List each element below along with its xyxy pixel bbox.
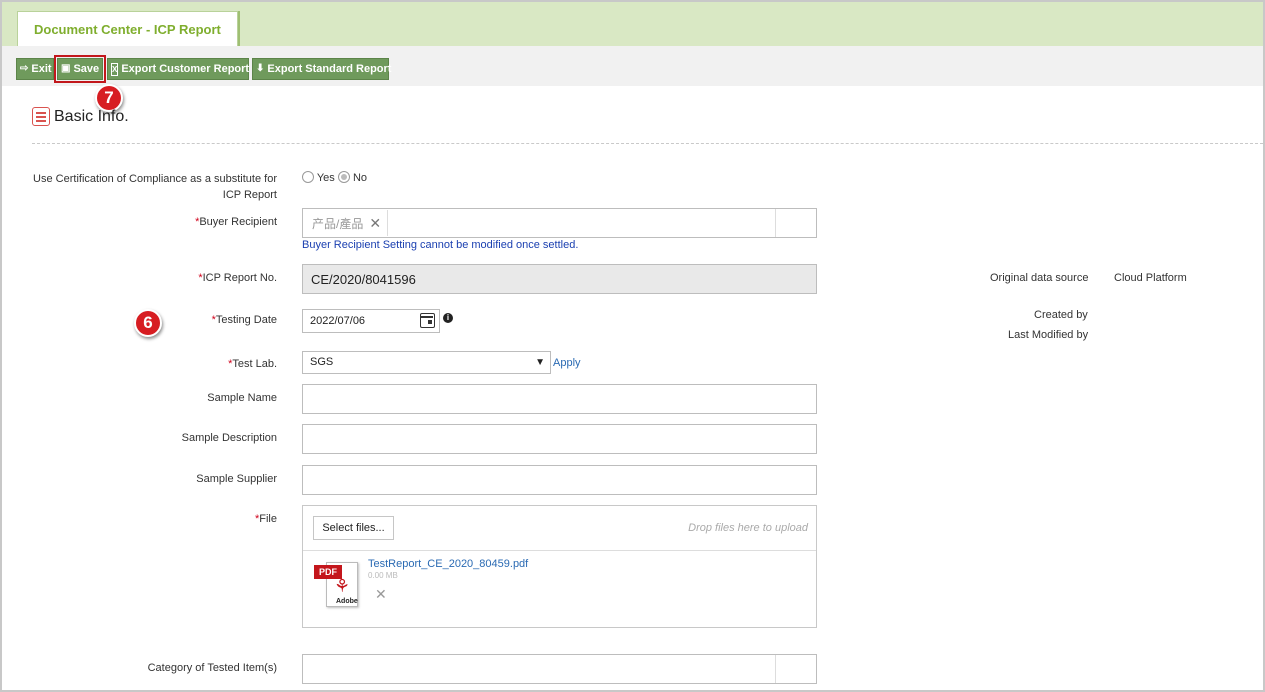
coc-yes-label: Yes bbox=[316, 172, 335, 184]
sample-supplier-label: Sample Supplier bbox=[196, 473, 277, 485]
buyer-recipient-tag-text: 产品/產品 bbox=[312, 216, 364, 231]
section-divider bbox=[32, 143, 1263, 144]
sample-description-input[interactable] bbox=[302, 424, 817, 454]
uploaded-file-size: 0.00 MB bbox=[368, 571, 398, 580]
excel-icon: X bbox=[111, 62, 119, 76]
file-label: *File bbox=[22, 511, 277, 527]
coc-yes-radio[interactable] bbox=[302, 171, 314, 183]
section-title: Basic Info. bbox=[54, 107, 129, 125]
select-files-button[interactable]: Select files... bbox=[313, 516, 394, 540]
tab-title: Document Center - ICP Report bbox=[34, 22, 221, 37]
icp-report-no-field: CE/2020/8041596 bbox=[302, 264, 817, 294]
icp-report-no-label-text: ICP Report No. bbox=[202, 272, 277, 284]
floppy-icon: ▣ bbox=[61, 63, 71, 74]
testing-date-label-text: Testing Date bbox=[215, 314, 277, 326]
testing-date-input[interactable]: 2022/07/06 bbox=[302, 309, 440, 333]
tab-icp-report[interactable]: Document Center - ICP Report bbox=[17, 11, 238, 46]
exit-label: Exit bbox=[31, 63, 52, 75]
save-button[interactable]: ▣ Save bbox=[54, 55, 106, 83]
coc-no-radio[interactable] bbox=[337, 171, 350, 183]
original-source-value: Cloud Platform bbox=[1114, 272, 1187, 284]
test-lab-label-text: Test Lab. bbox=[232, 358, 277, 370]
original-source-label: Original data source bbox=[990, 272, 1089, 284]
section-header: Basic Info. bbox=[32, 107, 129, 126]
buyer-recipient-label: *Buyer Recipient bbox=[22, 214, 277, 230]
chevron-down-icon: ▼ bbox=[535, 357, 545, 368]
uploaded-file-name[interactable]: TestReport_CE_2020_80459.pdf bbox=[368, 558, 528, 570]
tab-bar: Document Center - ICP Report bbox=[2, 2, 1263, 46]
upload-header: Select files... Drop files here to uploa… bbox=[303, 506, 816, 551]
file-label-text: File bbox=[259, 513, 277, 525]
export-standard-label: Export Standard Report bbox=[267, 63, 392, 75]
export-customer-label: Export Customer Report bbox=[121, 63, 250, 75]
info-icon[interactable]: i bbox=[443, 313, 453, 323]
app-frame: Document Center - ICP Report ⇨ Exit ▣ Sa… bbox=[0, 0, 1265, 692]
apply-link[interactable]: Apply bbox=[553, 357, 581, 369]
tag-remove-icon[interactable]: ✕ bbox=[369, 215, 381, 232]
toolbar: ⇨ Exit ▣ Save X Export Customer Report ⬇… bbox=[2, 46, 1263, 86]
calendar-icon[interactable] bbox=[420, 313, 435, 328]
coc-label: Use Certification of Compliance as a sub… bbox=[22, 171, 277, 203]
pdf-brand: Adobe bbox=[336, 598, 358, 605]
export-standard-report-button[interactable]: ⬇ Export Standard Report bbox=[252, 58, 392, 80]
buyer-recipient-dropdown-toggle[interactable] bbox=[775, 209, 816, 237]
save-label: Save bbox=[73, 63, 100, 75]
buyer-recipient-tag: 产品/產品 ✕ bbox=[304, 210, 388, 236]
sample-description-label: Sample Description bbox=[181, 432, 277, 444]
file-upload-area[interactable]: Select files... Drop files here to uploa… bbox=[302, 505, 817, 628]
sample-name-label: Sample Name bbox=[207, 392, 277, 404]
coc-no-label: No bbox=[352, 172, 367, 184]
sample-name-input[interactable] bbox=[302, 384, 817, 414]
test-lab-select[interactable]: SGS ▼ bbox=[302, 351, 551, 374]
drop-hint: Drop files here to upload bbox=[688, 522, 808, 534]
category-multiselect[interactable] bbox=[302, 654, 817, 684]
last-modified-by-label: Last Modified by bbox=[1008, 329, 1089, 341]
test-lab-label: *Test Lab. bbox=[22, 356, 277, 372]
coc-radio-group: Yes No bbox=[302, 171, 367, 184]
buyer-recipient-hint: Buyer Recipient Setting cannot be modifi… bbox=[302, 239, 579, 251]
sample-supplier-input[interactable] bbox=[302, 465, 817, 495]
coc-label-line2: ICP Report bbox=[222, 189, 277, 201]
testing-date-label: *Testing Date bbox=[22, 312, 277, 328]
exit-button[interactable]: ⇨ Exit bbox=[16, 58, 54, 80]
category-label: Category of Tested Item(s) bbox=[147, 662, 277, 674]
remove-file-icon[interactable]: ✕ bbox=[375, 586, 387, 603]
testing-date-value: 2022/07/06 bbox=[310, 315, 366, 327]
download-icon: ⬇ bbox=[256, 63, 265, 74]
buyer-recipient-label-text: Buyer Recipient bbox=[199, 216, 277, 228]
export-customer-report-button[interactable]: X Export Customer Report bbox=[107, 58, 249, 80]
icp-report-no-label: *ICP Report No. bbox=[22, 270, 277, 286]
coc-label-line1: Use Certification of Compliance as a sub… bbox=[33, 173, 277, 185]
pdf-file-icon: PDF ⚘ Adobe bbox=[314, 562, 360, 608]
test-lab-value: SGS bbox=[310, 356, 334, 368]
icp-report-no-value: CE/2020/8041596 bbox=[311, 272, 416, 287]
list-icon bbox=[32, 107, 50, 126]
exit-icon: ⇨ bbox=[20, 63, 29, 74]
created-by-label: Created by bbox=[1034, 309, 1088, 321]
category-dropdown-toggle[interactable] bbox=[775, 655, 816, 683]
